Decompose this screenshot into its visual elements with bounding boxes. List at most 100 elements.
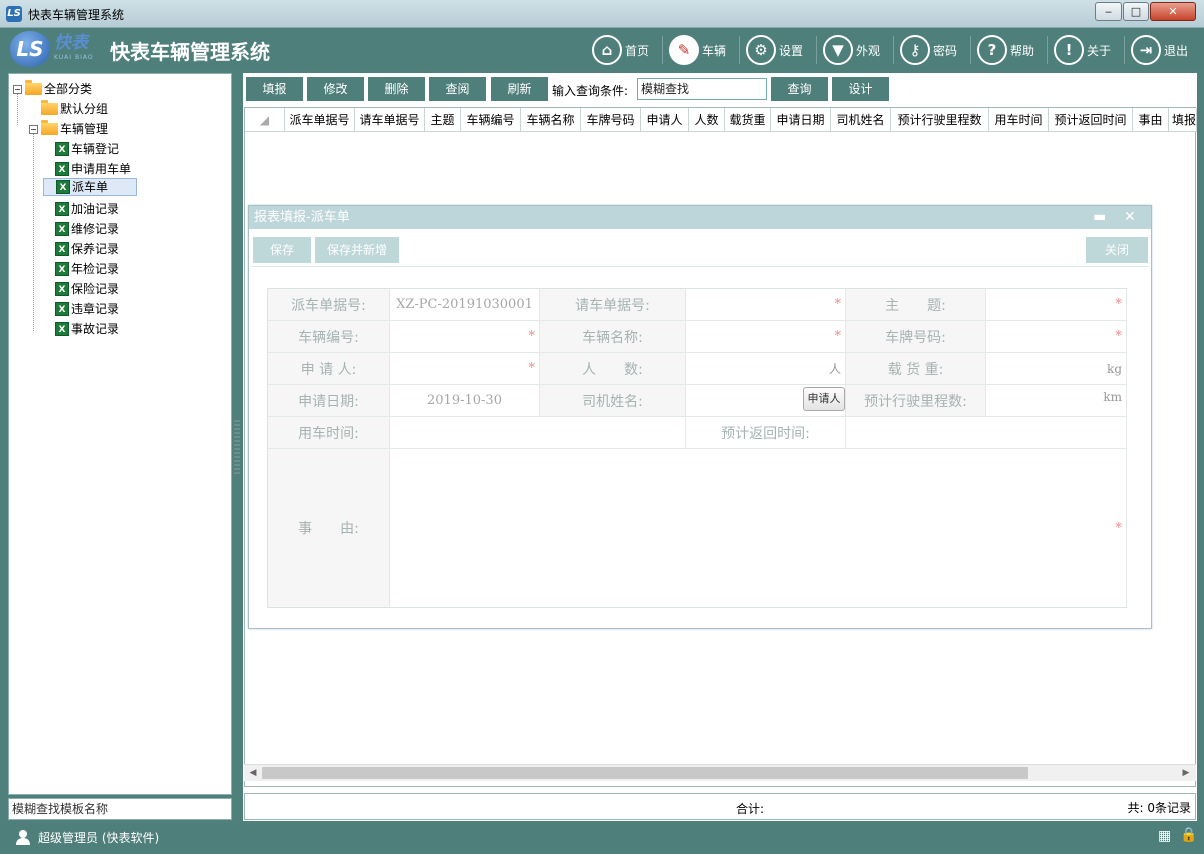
nav-vehicle[interactable]: ✎ 车辆 [669,34,726,66]
column-header[interactable]: 车辆编号 [461,108,521,131]
excel-icon: X [55,162,69,176]
label-use-time: 用车时间: [268,417,390,449]
column-header[interactable]: 申请人 [641,108,689,131]
collapse-icon[interactable]: − [13,84,22,94]
logo-text: 快表 [54,33,88,53]
grid-icon[interactable]: ▦ [1158,828,1171,844]
field-dispatch-no[interactable]: XZ-PC-20191030001 [390,289,540,321]
edit-button[interactable]: 修改 [307,77,364,101]
dialog-close-button[interactable]: 关闭 [1086,237,1148,263]
sum-label: 合计: [736,802,765,816]
minimize-button[interactable]: ‒ [1095,2,1122,21]
save-button[interactable]: 保存 [253,237,311,263]
user-icon [16,830,30,845]
field-use-time[interactable] [390,417,686,449]
field-vehicle-name[interactable]: * [686,321,846,353]
template-search-input[interactable]: 模糊查找模板名称 [8,798,232,820]
nav-home[interactable]: ⌂ 首页 [592,34,649,66]
label-vehicle-name: 车辆名称: [540,321,686,353]
label-driver: 司机姓名: [540,385,686,417]
tree-node-default-group[interactable]: 默认分组 [41,100,108,118]
nav-help[interactable]: ? 帮助 [977,34,1034,66]
tree-item[interactable]: X 违章记录 [55,300,119,318]
column-header[interactable]: 预计行驶里程数 [891,108,989,131]
tree-item[interactable]: X 申请用车单 [55,160,131,178]
close-window-button[interactable]: ✕ [1150,2,1196,21]
panel-splitter[interactable] [234,420,240,476]
nav-about[interactable]: ! 关于 [1054,34,1111,66]
tree-item[interactable]: X 保险记录 [55,280,119,298]
tree-item[interactable]: X 加油记录 [55,200,119,218]
field-request-no[interactable]: * [686,289,846,321]
maximize-button[interactable]: □ [1123,2,1149,21]
lock-icon[interactable]: 🔒 [1180,827,1197,843]
column-header[interactable]: 司机姓名 [831,108,891,131]
app-window: LS 快表车辆管理系统 ‒ □ ✕ LS 快表 KUAI BIAO 快表车辆管理… [0,0,1204,854]
design-button[interactable]: 设计 [832,77,889,101]
field-mileage[interactable]: km [986,385,1127,417]
refresh-button[interactable]: 刷新 [491,77,548,101]
column-header[interactable]: 车辆名称 [521,108,581,131]
label-load: 载 货 重: [846,353,986,385]
field-people[interactable]: 人 [686,353,846,385]
grid-footer: 合计: 共: 0条记录 [244,793,1196,820]
field-apply-date[interactable]: 2019-10-30 [390,385,540,417]
app-icon: LS [6,6,22,22]
field-vehicle-no[interactable]: * [390,321,540,353]
column-header[interactable]: 填报 [1169,108,1197,131]
tree-item[interactable]: X 年检记录 [55,260,119,278]
field-plate[interactable]: * [986,321,1127,353]
column-header[interactable]: 派车单据号 [285,108,355,131]
field-load[interactable]: kg [986,353,1127,385]
column-header[interactable]: 用车时间 [989,108,1049,131]
tree-node-vehicle-mgmt[interactable]: − 车辆管理 [29,120,108,138]
current-user: 超级管理员 (快表软件) [38,831,160,845]
column-header[interactable]: 请车单据号 [355,108,425,131]
field-subject[interactable]: * [986,289,1127,321]
query-input[interactable]: 模糊查找 [637,78,767,100]
view-button[interactable]: 查阅 [429,77,486,101]
column-header[interactable]: 载货重 [725,108,771,131]
tree-item-selected[interactable]: X 派车单 [43,178,137,196]
tree-item[interactable]: X 维修记录 [55,220,119,238]
collapse-icon[interactable]: − [29,124,38,134]
dialog-close-icon[interactable]: ✕ [1124,206,1138,229]
column-header[interactable]: 事由 [1133,108,1169,131]
field-return-time[interactable] [846,417,1127,449]
scroll-left-icon[interactable]: ◀ [246,766,260,780]
delete-button[interactable]: 删除 [368,77,425,101]
nav-password[interactable]: ⚷ 密码 [900,34,957,66]
toolbar: 填报 修改 删除 查阅 刷新 输入查询条件: 模糊查找 查询 设计 [243,73,1197,105]
label-apply-date: 申请日期: [268,385,390,417]
column-header[interactable]: 预计返回时间 [1049,108,1133,131]
dialog-minimize-icon[interactable]: ▬ [1093,206,1107,229]
dialog-title: 报表填报-派车单 [249,206,1151,229]
field-applicant[interactable]: * [390,353,540,385]
nav-label: 外观 [856,43,881,58]
label-request-no: 请车单据号: [540,289,686,321]
tree-node-root[interactable]: − 全部分类 [13,80,92,98]
nav-settings[interactable]: ⚙ 设置 [746,34,803,66]
column-header[interactable]: 人数 [689,108,725,131]
search-button[interactable]: 查询 [771,77,828,101]
field-reason[interactable]: * [390,449,1127,607]
label-vehicle-no: 车辆编号: [268,321,390,353]
label-reason: 事 由: [268,449,390,607]
fill-button[interactable]: 填报 [246,77,303,101]
tree-item[interactable]: X 车辆登记 [55,140,119,158]
select-all-corner[interactable]: ◢ [245,108,285,131]
scroll-right-icon[interactable]: ▶ [1179,766,1193,780]
nav-exit[interactable]: ⇥ 退出 [1131,34,1188,66]
save-and-new-button[interactable]: 保存并新增 [315,237,399,263]
column-header[interactable]: 主题 [425,108,461,131]
column-header[interactable]: 申请日期 [771,108,831,131]
nav-appearance[interactable]: ▼ 外观 [823,34,880,66]
tree-item[interactable]: X 保养记录 [55,240,119,258]
title-bar: LS 快表车辆管理系统 ‒ □ ✕ [0,0,1204,28]
applicant-button[interactable]: 申请人 [803,387,845,411]
excel-icon: X [55,202,69,216]
horizontal-scrollbar[interactable]: ◀ ▶ [244,764,1196,781]
tree-item[interactable]: X 事故记录 [55,320,119,338]
scroll-thumb[interactable] [262,767,1028,779]
column-header[interactable]: 车牌号码 [581,108,641,131]
